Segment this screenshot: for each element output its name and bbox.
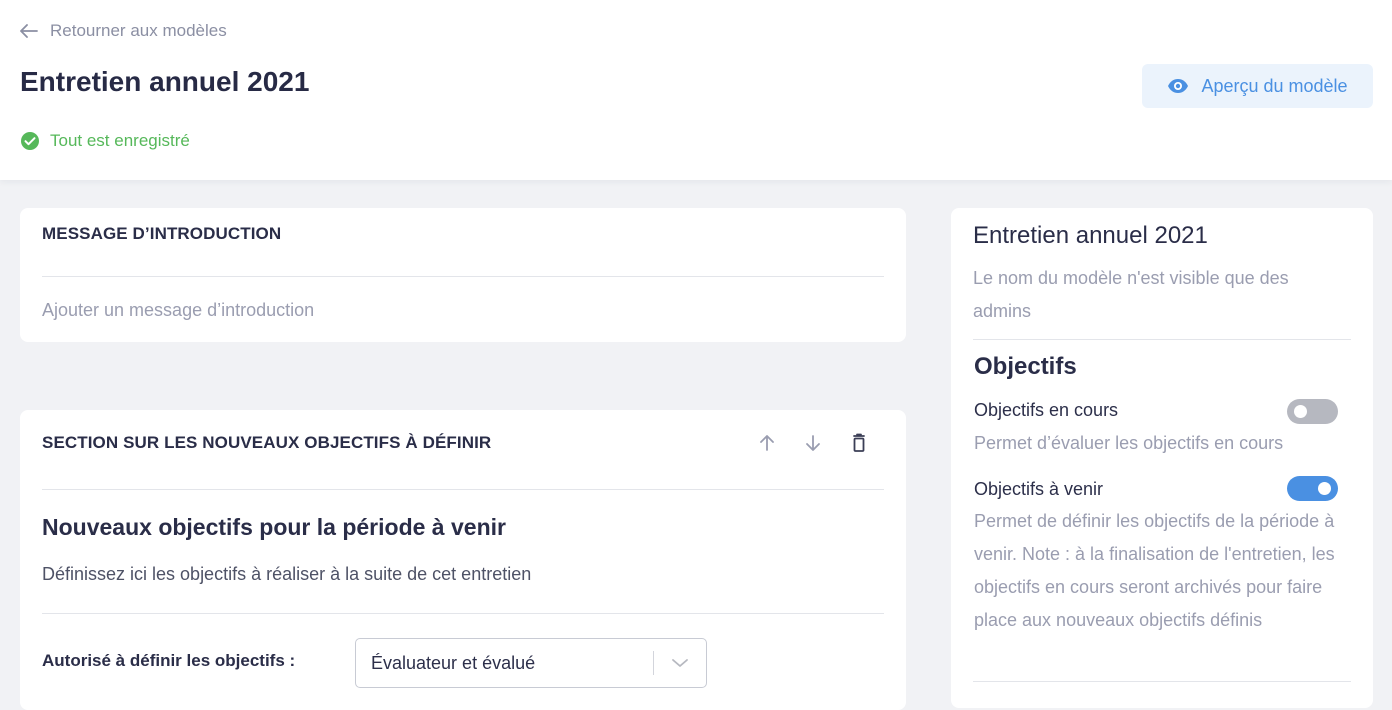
allowed-to-define-label: Autorisé à définir les objectifs : [42, 651, 296, 670]
save-status-label: Tout est enregistré [50, 131, 190, 150]
save-status: Tout est enregistré [20, 130, 190, 152]
section-divider-bottom [42, 613, 884, 614]
toggle-knob [1318, 482, 1331, 495]
section-description[interactable]: Définissez ici les objectifs à réaliser … [42, 564, 531, 585]
move-section-down-button[interactable] [802, 432, 824, 454]
template-name[interactable]: Entretien annuel 2021 [973, 222, 1208, 250]
section-heading[interactable]: Nouveaux objectifs pour la période à ven… [42, 514, 506, 541]
upcoming-objectives-label: Objectifs à venir [974, 479, 1104, 499]
sidebar-divider-bottom [973, 681, 1351, 682]
trash-icon [853, 433, 865, 452]
chevron-down-icon [672, 659, 688, 667]
intro-message-input[interactable]: Ajouter un message d’introduction [42, 300, 882, 321]
toggle-knob [1294, 405, 1307, 418]
back-to-templates-link[interactable]: Retourner aux modèles [20, 20, 227, 42]
arrow-left-icon [20, 24, 38, 38]
arrow-down-icon [806, 435, 820, 451]
intro-card-title: MESSAGE D’INTRODUCTION [42, 224, 282, 243]
check-circle-icon [21, 132, 39, 150]
allowed-select-value: Évaluateur et évalué [371, 652, 536, 673]
current-objectives-description: Permet d’évaluer les objectifs en cours [974, 433, 1284, 453]
page-header: Retourner aux modèles Entretien annuel 2… [0, 0, 1392, 180]
allowed-to-define-select[interactable]: Évaluateur et évalué [355, 638, 707, 688]
eye-icon [1168, 79, 1189, 93]
arrow-up-icon [760, 435, 774, 451]
preview-button-label: Aperçu du modèle [1201, 75, 1348, 96]
template-name-note: Le nom du modèle n'est visible que des a… [973, 268, 1289, 321]
section-actions [756, 432, 870, 454]
delete-section-button[interactable] [848, 432, 870, 454]
objectives-heading: Objectifs [974, 353, 1077, 380]
select-dropdown-toggle[interactable] [654, 658, 706, 668]
back-link-label: Retourner aux modèles [50, 21, 227, 40]
template-settings-card: Entretien annuel 2021 Le nom du modèle n… [951, 208, 1373, 708]
intro-divider [42, 276, 884, 277]
upcoming-objectives-description: Permet de définir les objectifs de la pé… [974, 511, 1335, 630]
section-title: SECTION SUR LES NOUVEAUX OBJECTIFS À DÉF… [42, 433, 492, 452]
upcoming-objectives-toggle[interactable] [1287, 476, 1338, 501]
move-section-up-button[interactable] [756, 432, 778, 454]
current-objectives-label: Objectifs en cours [974, 400, 1119, 420]
section-divider-top [42, 489, 884, 490]
current-objectives-toggle[interactable] [1287, 399, 1338, 424]
objectives-section-card: SECTION SUR LES NOUVEAUX OBJECTIFS À DÉF… [20, 410, 906, 710]
page-title: Entretien annuel 2021 [20, 66, 310, 97]
preview-template-button[interactable]: Aperçu du modèle [1142, 64, 1373, 108]
intro-message-card: MESSAGE D’INTRODUCTION Ajouter un messag… [20, 208, 906, 342]
sidebar-divider-top [973, 339, 1351, 340]
